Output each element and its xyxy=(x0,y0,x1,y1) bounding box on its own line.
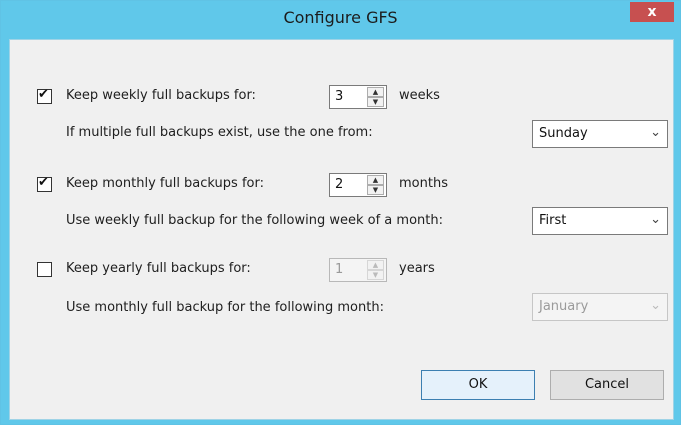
weekly-count-stepper[interactable]: 3 ▲ ▼ xyxy=(329,85,387,109)
weekly-label: Keep weekly full backups for: xyxy=(66,88,256,103)
monthly-count-value[interactable]: 2 xyxy=(335,177,343,192)
yearly-count-value[interactable]: 1 xyxy=(335,262,343,277)
chevron-down-icon: ⌄ xyxy=(650,212,661,227)
monthly-week-value: First xyxy=(539,213,567,228)
spin-up-icon[interactable]: ▲ xyxy=(367,175,384,185)
title-bar[interactable]: Configure GFS x xyxy=(1,1,680,39)
yearly-label: Keep yearly full backups for: xyxy=(66,261,251,276)
yearly-checkbox[interactable] xyxy=(37,262,52,277)
spin-down-icon[interactable]: ▼ xyxy=(367,97,384,107)
chevron-down-icon: ⌄ xyxy=(650,125,661,140)
monthly-checkbox[interactable] xyxy=(37,175,52,192)
weekly-day-select[interactable]: Sunday ⌄ xyxy=(532,120,668,148)
close-button[interactable]: x xyxy=(630,2,674,22)
weekly-count-value[interactable]: 3 xyxy=(335,89,343,104)
monthly-sub-label: Use weekly full backup for the following… xyxy=(66,213,443,228)
spin-up-icon[interactable]: ▲ xyxy=(367,87,384,97)
yearly-month-value: January xyxy=(539,299,589,314)
yearly-unit: years xyxy=(399,261,435,276)
chevron-down-icon: ⌄ xyxy=(650,298,661,313)
weekly-checkbox[interactable] xyxy=(37,87,52,104)
yearly-count-stepper[interactable]: 1 ▲ ▼ xyxy=(329,258,387,282)
spin-down-icon[interactable]: ▼ xyxy=(367,270,384,280)
weekly-day-value: Sunday xyxy=(539,126,588,141)
dialog-title: Configure GFS xyxy=(283,8,398,27)
weekly-unit: weeks xyxy=(399,88,440,103)
monthly-unit: months xyxy=(399,176,448,191)
cancel-button[interactable]: Cancel xyxy=(550,370,664,400)
yearly-sub-label: Use monthly full backup for the followin… xyxy=(66,300,384,315)
dialog-body: Keep weekly full backups for: 3 ▲ ▼ week… xyxy=(9,39,674,420)
configure-gfs-dialog: Configure GFS x Keep weekly full backups… xyxy=(0,0,681,425)
monthly-label: Keep monthly full backups for: xyxy=(66,176,264,191)
spin-up-icon[interactable]: ▲ xyxy=(367,260,384,270)
monthly-count-stepper[interactable]: 2 ▲ ▼ xyxy=(329,173,387,197)
ok-button[interactable]: OK xyxy=(421,370,535,400)
yearly-month-select[interactable]: January ⌄ xyxy=(532,293,668,321)
weekly-sub-label: If multiple full backups exist, use the … xyxy=(66,125,373,140)
spin-down-icon[interactable]: ▼ xyxy=(367,185,384,195)
monthly-week-select[interactable]: First ⌄ xyxy=(532,207,668,235)
